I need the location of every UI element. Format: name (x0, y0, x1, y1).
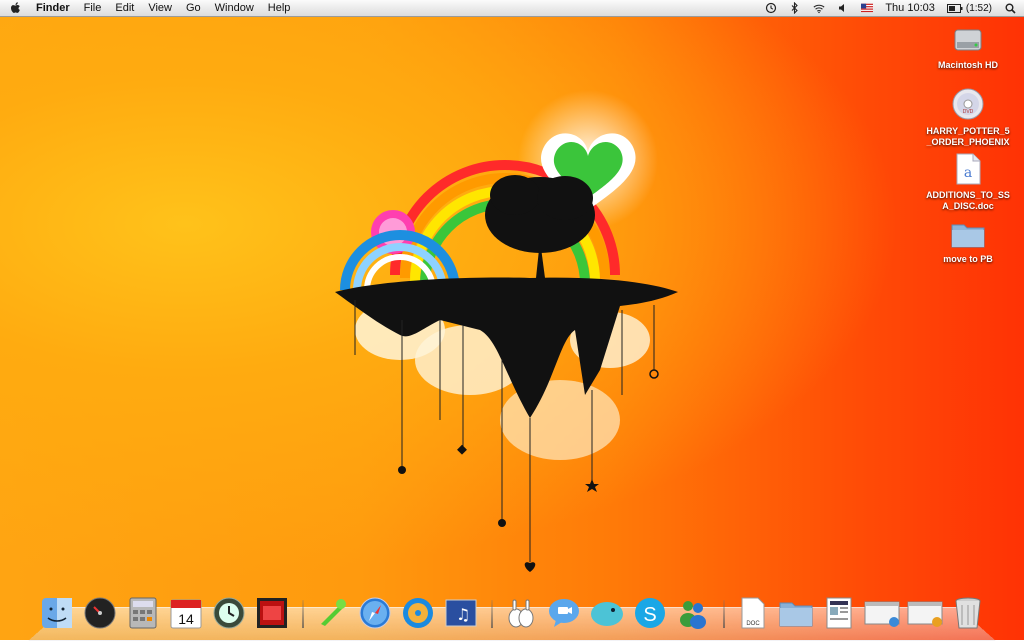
desktop-item-dvd[interactable]: DVD HARRY_POTTER_5_ORDER_PHOENIX (923, 86, 1013, 148)
apple-icon[interactable] (10, 1, 24, 15)
desktop-item-label: Macintosh HD (937, 60, 998, 70)
desktop-item-label: move to PB (943, 254, 993, 264)
menu-go[interactable]: Go (186, 2, 201, 14)
dvd-icon: DVD (952, 88, 984, 120)
bluetooth-icon[interactable] (789, 2, 801, 14)
desktop-item-macintosh-hd[interactable]: Macintosh HD (923, 22, 1013, 71)
us-flag-icon[interactable] (861, 2, 874, 14)
dock-window-preview[interactable] (863, 594, 901, 632)
menubar-clock[interactable]: Thu 10:03 (885, 2, 935, 14)
trash-icon (955, 597, 981, 629)
messenger-icon (680, 601, 706, 629)
menu-bar: Finder File Edit View Go Window Help Thu… (0, 0, 1024, 17)
safari-icon (359, 597, 391, 629)
dock-separator (302, 600, 304, 628)
dock-photo-booth[interactable] (253, 594, 291, 632)
volume-icon[interactable] (837, 2, 849, 14)
dock: 14 ♫ S DOC (38, 586, 988, 632)
window-preview-icon (864, 601, 900, 627)
ichat-icon (549, 599, 579, 627)
dock-finder[interactable] (38, 594, 76, 632)
desktop-item-folder[interactable]: move to PB (923, 220, 1013, 265)
newspaper-icon (826, 597, 852, 629)
wifi-icon[interactable] (813, 2, 825, 14)
battery-time: (1:52) (965, 2, 992, 14)
floating-island-artwork (335, 90, 678, 572)
garageband-icon: ♫ (445, 599, 477, 627)
downloads-folder-icon (779, 602, 813, 627)
calculator-icon (129, 597, 157, 629)
dock-downloads-folder[interactable] (777, 594, 815, 632)
battery-status[interactable]: (1:52) (946, 2, 992, 14)
dock-dashboard[interactable] (81, 594, 119, 632)
menu-view[interactable]: View (148, 2, 172, 14)
dock-calculator[interactable] (124, 594, 162, 632)
skype-icon: S (635, 598, 665, 628)
dock-trash[interactable] (949, 594, 987, 632)
dock-bunny-app[interactable] (502, 594, 540, 632)
dock-separator (491, 600, 493, 628)
ical-icon: 14 (170, 599, 202, 629)
document-icon: a (956, 153, 981, 185)
svg-text:a: a (964, 165, 972, 181)
menu-window[interactable]: Window (215, 2, 254, 14)
dock-itunes[interactable] (399, 594, 437, 632)
dock-twitterrific[interactable] (588, 594, 626, 632)
itunes-icon (403, 598, 433, 628)
dock-ical[interactable]: 14 (167, 594, 205, 632)
svg-text:DOC: DOC (746, 621, 760, 627)
svg-text:14: 14 (178, 611, 194, 627)
desktop-wallpaper (0, 0, 1024, 640)
dock-time-machine[interactable] (210, 594, 248, 632)
dock-messenger[interactable] (674, 594, 712, 632)
dock-safari[interactable] (356, 594, 394, 632)
dock-newspaper[interactable] (820, 594, 858, 632)
desktop-item-label: HARRY_POTTER_5_ORDER_PHOENIX (926, 126, 1010, 147)
time-machine-icon (213, 597, 245, 629)
bunny-app-icon (508, 599, 534, 628)
dock-doc-file[interactable]: DOC (734, 594, 772, 632)
twitterrific-icon (591, 602, 623, 626)
dock-garageband[interactable]: ♫ (442, 594, 480, 632)
svg-text:S: S (643, 604, 656, 626)
svg-text:♫: ♫ (456, 605, 470, 624)
photo-booth-icon (257, 598, 287, 628)
time-machine-icon[interactable] (765, 2, 777, 14)
window-preview-2-icon (907, 601, 943, 627)
dock-window-preview-2[interactable] (906, 594, 944, 632)
dock-adium[interactable] (313, 594, 351, 632)
doc-file-icon: DOC (741, 597, 765, 629)
adium-icon (321, 599, 346, 626)
menu-file[interactable]: File (84, 2, 102, 14)
desktop-item-label: ADDITIONS_TO_SSA_DISC.doc (926, 190, 1010, 211)
app-menu-finder[interactable]: Finder (36, 2, 70, 14)
svg-text:DVD: DVD (963, 109, 974, 115)
dashboard-icon (84, 597, 116, 629)
menu-help[interactable]: Help (268, 2, 291, 14)
desktop-item-doc[interactable]: a ADDITIONS_TO_SSA_DISC.doc (923, 152, 1013, 212)
finder-icon (42, 598, 72, 628)
hard-drive-icon (954, 29, 982, 51)
spotlight-icon[interactable] (1004, 2, 1016, 14)
menu-edit[interactable]: Edit (115, 2, 134, 14)
folder-icon (951, 224, 985, 248)
dock-separator (723, 600, 725, 628)
battery-icon (946, 3, 963, 13)
dock-skype[interactable]: S (631, 594, 669, 632)
dock-ichat[interactable] (545, 594, 583, 632)
menu-extras: Thu 10:03 (1:52) (765, 0, 1016, 16)
